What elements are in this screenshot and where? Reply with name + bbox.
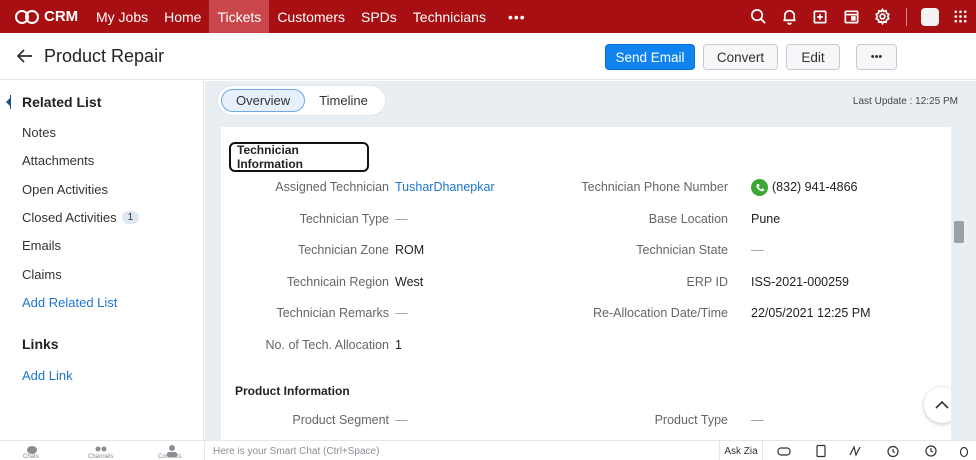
- technician-phone-number[interactable]: (832) 941-4866: [751, 180, 857, 194]
- scrollbar[interactable]: [954, 221, 964, 243]
- smart-chat-input[interactable]: Here is your Smart Chat (Ctrl+Space): [204, 441, 718, 460]
- field-value: —: [751, 413, 764, 427]
- nav-tickets[interactable]: Tickets: [209, 0, 270, 33]
- field-label: Technician Remarks: [276, 306, 389, 320]
- details-card: Technician Information Assigned Technici…: [221, 127, 951, 440]
- bottom-bar: Chats Channels Contacts Here is your Sma…: [0, 440, 976, 460]
- chats-label: Chats: [23, 454, 39, 460]
- chevron-up-icon: [935, 400, 949, 409]
- nav-spds[interactable]: SPDs: [353, 0, 405, 33]
- nav-my-jobs[interactable]: My Jobs: [88, 0, 156, 33]
- top-navigation: CRM My Jobs Home Tickets Customers SPDs …: [0, 0, 976, 33]
- sidebar-item-open-activities[interactable]: Open Activities: [22, 182, 108, 197]
- sidebar: Related List Notes Attachments Open Acti…: [0, 81, 204, 440]
- signature-icon[interactable]: [849, 444, 863, 458]
- nav-more-button[interactable]: •••: [494, 0, 540, 33]
- nav-customers[interactable]: Customers: [269, 0, 353, 33]
- record-header: Product Repair Send Email Convert Edit •…: [0, 33, 976, 80]
- crm-logo[interactable]: CRM: [0, 8, 88, 26]
- alarm-icon[interactable]: [886, 444, 900, 458]
- ask-zia-button[interactable]: Ask Zia: [719, 441, 763, 460]
- brand-name: CRM: [44, 8, 79, 25]
- product-information-heading: Product Information: [235, 384, 350, 398]
- sidebar-item-label: Claims: [22, 267, 62, 282]
- tabs-bar: Overview Timeline Last Update : 12:25 PM: [205, 81, 976, 126]
- assigned-technician-link[interactable]: TusharDhanepkar: [395, 180, 495, 194]
- convert-button[interactable]: Convert: [703, 44, 778, 70]
- page-title: Product Repair: [44, 45, 165, 66]
- sidebar-item-label: Emails: [22, 238, 62, 253]
- field-label: Product Type: [654, 413, 728, 427]
- field-label: Technician Phone Number: [581, 180, 728, 194]
- send-email-button[interactable]: Send Email: [605, 44, 695, 70]
- sidebar-item-label: Open Activities: [22, 182, 108, 197]
- bug-icon[interactable]: [957, 444, 971, 458]
- more-actions-button[interactable]: •••: [856, 44, 897, 70]
- field-value: West: [395, 275, 424, 289]
- back-arrow-icon[interactable]: [16, 47, 34, 65]
- nav-divider: [906, 7, 907, 26]
- field-value: ISS-2021-000259: [751, 275, 849, 289]
- view-tabs: Overview Timeline: [218, 86, 385, 115]
- field-label: Re-Allocation Date/Time: [592, 306, 728, 320]
- sidebar-item-claims[interactable]: Claims: [22, 267, 62, 282]
- add-link-link[interactable]: Add Link: [22, 368, 73, 383]
- field-value: Pune: [751, 212, 781, 226]
- note-icon[interactable]: [814, 444, 828, 458]
- add-related-list-link[interactable]: Add Related List: [22, 295, 117, 310]
- links-heading: Links: [22, 336, 59, 352]
- sidebar-item-label: Attachments: [22, 153, 95, 168]
- bell-icon[interactable]: [774, 0, 805, 33]
- tab-overview[interactable]: Overview: [221, 89, 306, 112]
- collapse-marker-icon[interactable]: [5, 95, 11, 109]
- field-value: —: [395, 212, 408, 226]
- field-label: Technicain Region: [286, 275, 389, 289]
- sidebar-item-closed-activities[interactable]: Closed Activities 1: [22, 210, 140, 225]
- gear-icon[interactable]: [867, 0, 898, 33]
- edit-button[interactable]: Edit: [786, 44, 840, 70]
- field-value: ROM: [395, 243, 425, 257]
- field-label: Base Location: [648, 212, 728, 226]
- calendar-icon[interactable]: [836, 0, 867, 33]
- main-content: Overview Timeline Last Update : 12:25 PM…: [205, 81, 976, 440]
- last-update: Last Update : 12:25 PM: [852, 96, 958, 107]
- nav-technicians[interactable]: Technicians: [405, 0, 494, 33]
- field-label: ERP ID: [686, 275, 728, 289]
- technician-information-heading: Technician Information: [229, 142, 369, 172]
- sidebar-item-emails[interactable]: Emails: [22, 238, 61, 253]
- count-badge: 1: [121, 211, 140, 224]
- sidebar-item-label: Notes: [22, 125, 56, 140]
- field-label: Technician Type: [299, 212, 389, 226]
- scroll-to-top-button[interactable]: [924, 387, 951, 423]
- field-value: 1: [395, 338, 402, 352]
- contacts-label: Contacts: [158, 454, 182, 460]
- field-value: 22/05/2021 12:25 PM: [751, 306, 871, 320]
- sidebar-item-notes[interactable]: Notes: [22, 125, 56, 140]
- apps-grid-icon[interactable]: [945, 0, 976, 33]
- add-icon[interactable]: [805, 0, 836, 33]
- field-label: Assigned Technician: [275, 180, 389, 194]
- search-icon[interactable]: [743, 0, 774, 33]
- sidebar-item-label: Closed Activities: [22, 210, 117, 225]
- field-label: Product Segment: [292, 413, 389, 427]
- related-list-heading: Related List: [22, 94, 102, 110]
- avatar[interactable]: [921, 7, 939, 26]
- field-value: —: [395, 413, 408, 427]
- sidebar-item-attachments[interactable]: Attachments: [22, 153, 94, 168]
- crm-logo-icon: [15, 9, 39, 24]
- field-label: Technician Zone: [297, 243, 389, 257]
- gamepad-icon[interactable]: [777, 444, 791, 458]
- field-value: —: [751, 243, 764, 257]
- nav-home[interactable]: Home: [156, 0, 209, 33]
- field-value: —: [395, 306, 408, 320]
- field-label: No. of Tech. Allocation: [265, 338, 389, 352]
- history-icon[interactable]: [924, 444, 938, 458]
- tab-timeline[interactable]: Timeline: [305, 89, 382, 112]
- field-label: Technician State: [636, 243, 728, 257]
- channels-label: Channels: [88, 454, 114, 460]
